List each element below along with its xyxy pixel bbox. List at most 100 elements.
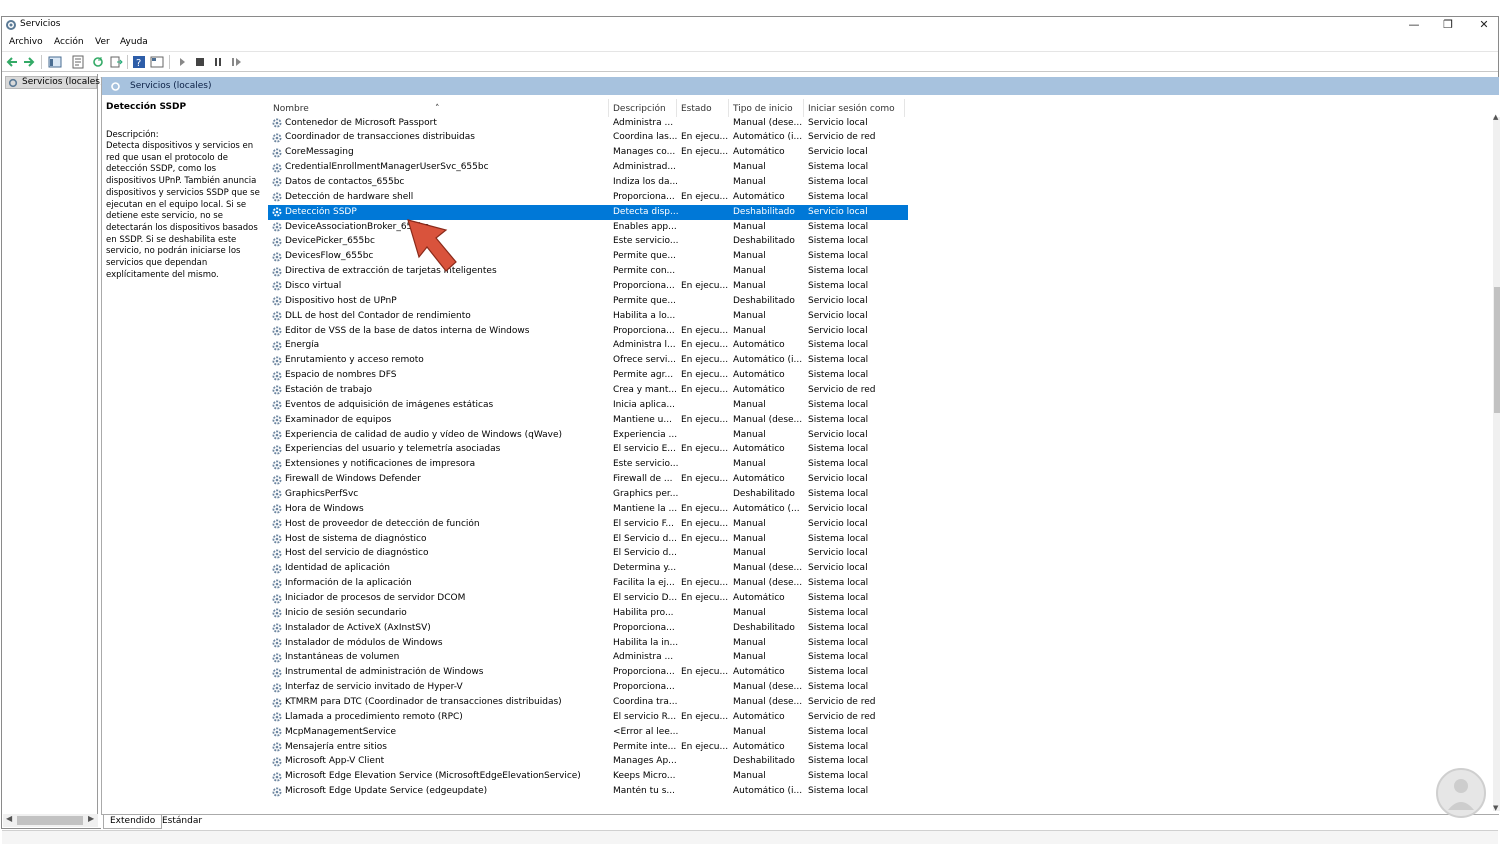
- table-row[interactable]: Inicio de sesión secundario Habilita pro.…: [268, 606, 908, 621]
- table-row[interactable]: CoreMessaging Manages co... En ejecu... Aut…: [268, 146, 908, 161]
- column-iniciar-sesion[interactable]: Iniciar sesión como: [808, 104, 895, 114]
- table-row[interactable]: Microsoft Edge Update Service (edgeupdat…: [268, 785, 908, 800]
- scroll-left-arrow-icon[interactable]: ◀: [6, 814, 12, 823]
- svg-text:?: ?: [136, 58, 141, 69]
- menu-archivo[interactable]: Archivo: [9, 37, 43, 47]
- properties-icon[interactable]: [71, 55, 85, 69]
- service-gear-icon: [272, 712, 282, 722]
- table-row[interactable]: Host del servicio de diagnóstico El Servi…: [268, 547, 908, 562]
- table-row[interactable]: Instantáneas de volumen Administra ... Man…: [268, 651, 908, 666]
- service-logon-as: Servicio local: [808, 518, 868, 529]
- scroll-thumb[interactable]: [17, 816, 83, 825]
- table-row[interactable]: DeviceAssociationBroker_655bc Enables app…: [268, 220, 908, 235]
- console-tree-icon[interactable]: [48, 55, 62, 69]
- tab-extendido[interactable]: Extendido: [103, 815, 163, 829]
- table-row[interactable]: Datos de contactos_655bc Indiza los da...…: [268, 175, 908, 190]
- table-row[interactable]: Contenedor de Microsoft Passport Administ…: [268, 116, 908, 131]
- service-logon-as: Sistema local: [808, 533, 869, 544]
- table-row[interactable]: Estación de trabajo Crea y mant... En ejec…: [268, 383, 908, 398]
- service-gear-icon: [272, 519, 282, 529]
- view-icon[interactable]: [150, 55, 164, 69]
- service-name: CredentialEnrollmentManagerUserSvc_655bc: [285, 162, 489, 173]
- table-row[interactable]: Host de sistema de diagnóstico El Servici…: [268, 532, 908, 547]
- table-row[interactable]: Experiencias del usuario y telemetría as…: [268, 443, 908, 458]
- service-logon-as: Servicio local: [808, 503, 868, 514]
- column-nombre[interactable]: Nombre: [273, 104, 309, 114]
- service-startup-type: Automático: [733, 370, 785, 381]
- table-row[interactable]: McpManagementService <Error al lee... Manu…: [268, 725, 908, 740]
- table-row[interactable]: Firewall de Windows Defender Firewall de …: [268, 473, 908, 488]
- table-row[interactable]: Instrumental de administración de Window…: [268, 666, 908, 681]
- table-row[interactable]: Hora de Windows Mantiene la ... En ejecu..…: [268, 502, 908, 517]
- tree-item-servicios-locales[interactable]: Servicios (locales): [5, 76, 104, 89]
- maximize-button[interactable]: ❐: [1430, 17, 1466, 33]
- refresh-icon[interactable]: [91, 55, 105, 69]
- service-description: Coordina las...: [613, 132, 678, 143]
- service-description: Facilita la ej...: [613, 578, 675, 589]
- table-row[interactable]: Energía Administra l... En ejecu... Automát…: [268, 339, 908, 354]
- menu-accion[interactable]: Acción: [54, 37, 84, 47]
- table-row[interactable]: Instalador de módulos de Windows Habilita…: [268, 636, 908, 651]
- table-row[interactable]: Interfaz de servicio invitado de Hyper-V…: [268, 681, 908, 696]
- table-row[interactable]: Información de la aplicación Facilita la …: [268, 577, 908, 592]
- table-row[interactable]: Experiencia de calidad de audio y vídeo …: [268, 428, 908, 443]
- restart-service-icon[interactable]: [229, 55, 243, 69]
- scroll-down-arrow-icon[interactable]: ▼: [1493, 804, 1498, 812]
- service-gear-icon: [272, 207, 282, 217]
- tree-horizontal-scrollbar[interactable]: ◀ ▶: [3, 814, 98, 827]
- start-service-icon[interactable]: [175, 55, 189, 69]
- table-row[interactable]: Dispositivo host de UPnP Permite que... De…: [268, 294, 908, 309]
- table-row[interactable]: DevicesFlow_655bc Permite que... Manual Sis…: [268, 250, 908, 265]
- service-gear-icon: [272, 668, 282, 678]
- status-bar: [2, 830, 1498, 844]
- service-gear-icon: [272, 608, 282, 618]
- table-row[interactable]: Editor de VSS de la base de datos intern…: [268, 324, 908, 339]
- table-row[interactable]: CredentialEnrollmentManagerUserSvc_655bc…: [268, 161, 908, 176]
- close-button[interactable]: ✕: [1466, 17, 1500, 33]
- service-name: Extensiones y notificaciones de impresor…: [285, 459, 476, 470]
- table-row[interactable]: Host de proveedor de detección de funció…: [268, 517, 908, 532]
- service-gear-icon: [272, 475, 282, 485]
- table-row[interactable]: Llamada a procedimiento remoto (RPC) El s…: [268, 710, 908, 725]
- table-row[interactable]: Identidad de aplicación Determina y... Man…: [268, 562, 908, 577]
- table-row[interactable]: Iniciador de procesos de servidor DCOM El…: [268, 592, 908, 607]
- menu-ver[interactable]: Ver: [95, 37, 110, 47]
- table-row[interactable]: Disco virtual Proporciona... En ejecu... Ma…: [268, 279, 908, 294]
- table-row[interactable]: Coordinador de transacciones distribuida…: [268, 131, 908, 146]
- table-row[interactable]: Espacio de nombres DFS Permite agr... En e…: [268, 369, 908, 384]
- list-vertical-scrollbar[interactable]: ▲ ▼: [1493, 113, 1500, 812]
- pause-service-icon[interactable]: [211, 55, 225, 69]
- table-row[interactable]: DevicePicker_655bc Este servicio... Deshab…: [268, 235, 908, 250]
- table-row[interactable]: Detección SSDP Detecta disp... Deshabilita…: [268, 205, 908, 221]
- scroll-thumb[interactable]: [1494, 287, 1500, 413]
- export-list-icon[interactable]: [109, 55, 123, 69]
- forward-arrow-icon[interactable]: [22, 55, 36, 69]
- table-row[interactable]: Mensajería entre sitios Permite inte... En…: [268, 740, 908, 755]
- description-pane: Detección SSDP Descripción: Detecta disp…: [106, 99, 264, 799]
- menu-ayuda[interactable]: Ayuda: [120, 37, 148, 47]
- table-row[interactable]: Extensiones y notificaciones de impresor…: [268, 458, 908, 473]
- table-row[interactable]: Microsoft Edge Elevation Service (Micros…: [268, 770, 908, 785]
- table-row[interactable]: Directiva de extracción de tarjetas inte…: [268, 265, 908, 280]
- table-row[interactable]: Examinador de equipos Mantiene u... En eje…: [268, 413, 908, 428]
- table-row[interactable]: DLL de host del Contador de rendimiento H…: [268, 309, 908, 324]
- table-row[interactable]: Instalador de ActiveX (AxInstSV) Proporci…: [268, 621, 908, 636]
- scroll-right-arrow-icon[interactable]: ▶: [88, 814, 94, 823]
- table-row[interactable]: Enrutamiento y acceso remoto Ofrece servi…: [268, 354, 908, 369]
- scroll-up-arrow-icon[interactable]: ▲: [1493, 113, 1498, 121]
- stop-service-icon[interactable]: [193, 55, 207, 69]
- tab-estandar[interactable]: Estándar: [156, 815, 208, 829]
- column-estado[interactable]: Estado: [681, 104, 712, 114]
- minimize-button[interactable]: —: [1396, 17, 1432, 33]
- help-icon[interactable]: ?: [132, 55, 146, 69]
- back-arrow-icon[interactable]: [5, 55, 19, 69]
- service-description: Manages co...: [613, 147, 676, 158]
- service-startup-type: Automático: [733, 384, 785, 395]
- table-row[interactable]: Detección de hardware shell Proporciona..…: [268, 190, 908, 205]
- column-tipo-inicio[interactable]: Tipo de inicio: [733, 104, 793, 114]
- column-descripcion[interactable]: Descripción: [613, 104, 666, 114]
- table-row[interactable]: KTMRM para DTC (Coordinador de transacci…: [268, 696, 908, 711]
- table-row[interactable]: Eventos de adquisición de imágenes estát…: [268, 398, 908, 413]
- table-row[interactable]: GraphicsPerfSvc Graphics per... Deshabilit…: [268, 487, 908, 502]
- table-row[interactable]: Microsoft App-V Client Manages Ap... Desha…: [268, 755, 908, 770]
